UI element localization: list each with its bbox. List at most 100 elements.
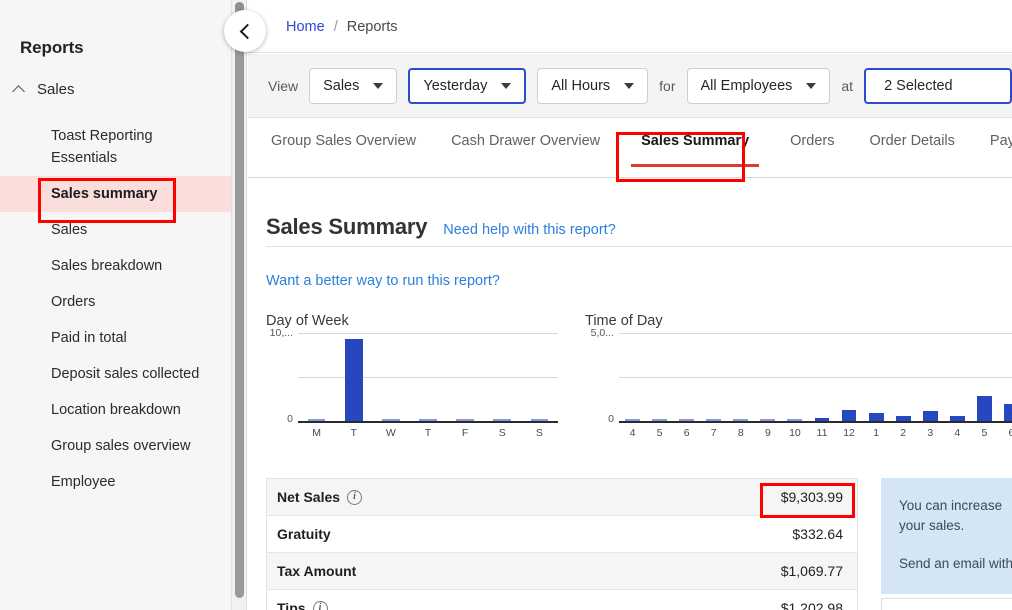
sidebar-item-label: Paid in total (51, 327, 127, 349)
table-row-label-text: Net Sales (277, 489, 340, 505)
table-row-label: Tipsi (277, 600, 328, 610)
table-row-label: Tax Amount (277, 563, 356, 579)
sidebar-item-toast-reporting-essentials[interactable]: Toast Reporting Essentials (0, 118, 232, 176)
report-tabs: Group Sales Overview Cash Drawer Overview… (248, 119, 1012, 178)
chart-x-tick-label: 4 (619, 427, 646, 439)
header-divider (266, 246, 1012, 247)
chart-bar (308, 419, 326, 421)
chart-bar (760, 419, 775, 421)
table-row-label-text: Gratuity (277, 526, 331, 542)
filter-bar: View Sales Yesterday All Hours for All E… (248, 54, 1012, 118)
sidebar-item-location-breakdown[interactable]: Location breakdown (0, 392, 232, 428)
tip-card-line1: You can increase your sales. (899, 496, 1012, 536)
table-row: Tipsi$1,202.98 (267, 590, 857, 610)
chart-plot-area: 5,0...0456789101112123456 (585, 333, 1012, 441)
employees-dropdown[interactable]: All Employees (687, 68, 831, 104)
chart-bar (977, 396, 992, 421)
breadcrumb-bar: Home / Reports (248, 0, 1012, 53)
tip-card: You can increase your sales. Send an ema… (881, 478, 1012, 594)
chart-x-tick-label: 7 (700, 427, 727, 439)
table-row-value: $9,303.99 (781, 489, 843, 505)
sidebar-item-list: Toast Reporting EssentialsSales summaryS… (0, 118, 232, 500)
sidebar-group-sales[interactable]: Sales (14, 81, 75, 98)
sidebar-collapse-button[interactable] (224, 10, 266, 52)
chart-bar (733, 419, 748, 421)
chart-bar (652, 419, 667, 421)
chart-bar (815, 418, 830, 421)
breadcrumb-current: Reports (347, 19, 398, 35)
chart-axis-line (298, 421, 558, 423)
chart-x-tick-label: 3 (917, 427, 944, 439)
chart-bar (896, 416, 911, 421)
chart-bar (950, 416, 965, 421)
chevron-down-icon (373, 83, 383, 89)
chart-x-tick-label: 5 (646, 427, 673, 439)
chart-x-tick-label: 8 (727, 427, 754, 439)
sidebar-item-sales[interactable]: Sales (0, 212, 232, 248)
sidebar-item-deposit-sales-collected[interactable]: Deposit sales collected (0, 356, 232, 392)
for-label: for (659, 78, 675, 94)
at-label: at (841, 78, 853, 94)
chart-x-tick-label: 4 (944, 427, 971, 439)
tab-group-sales-overview[interactable]: Group Sales Overview (267, 119, 420, 164)
hours-dropdown[interactable]: All Hours (537, 68, 648, 104)
sidebar-item-label: Toast Reporting Essentials (51, 125, 218, 169)
chart-x-tick-label: 6 (998, 427, 1012, 439)
sidebar-item-orders[interactable]: Orders (0, 284, 232, 320)
chart-x-tick-label: M (298, 427, 335, 439)
chart-bar (345, 339, 363, 421)
chart-x-tick-label: 10 (781, 427, 808, 439)
better-way-link[interactable]: Want a better way to run this report? (266, 273, 500, 289)
employees-value: All Employees (701, 78, 793, 94)
sidebar-scrollbar-thumb[interactable] (235, 2, 244, 598)
locations-value: 2 Selected (884, 78, 953, 94)
sidebar-item-employee[interactable]: Employee (0, 464, 232, 500)
chart-bar (869, 413, 884, 421)
sidebar-item-sales-breakdown[interactable]: Sales breakdown (0, 248, 232, 284)
chevron-down-icon (624, 83, 634, 89)
hours-value: All Hours (551, 78, 610, 94)
report-type-value: Sales (323, 78, 359, 94)
date-range-value: Yesterday (423, 78, 487, 94)
breadcrumb-home-link[interactable]: Home (286, 19, 325, 35)
sidebar-group-label: Sales (37, 81, 75, 98)
chart-bar (679, 419, 694, 421)
tab-sales-summary[interactable]: Sales Summary (631, 119, 759, 167)
day-of-week-chart: Day of Week10,...0MTWTFSS (266, 313, 558, 443)
chart-x-tick-label: S (521, 427, 558, 439)
chart-bar (1004, 404, 1012, 421)
page-title: Sales Summary (266, 214, 427, 240)
tab-payments[interactable]: Payments (986, 119, 1012, 164)
chart-bar (493, 419, 511, 421)
sidebar-item-paid-in-total[interactable]: Paid in total (0, 320, 232, 356)
sales-summary-table: Net Sales i $9,303.99 Gratuity$332.64 Tax Am… (266, 478, 858, 610)
chart-bar (456, 419, 474, 421)
sidebar-item-sales-summary[interactable]: Sales summary (0, 176, 232, 212)
date-range-dropdown[interactable]: Yesterday (408, 68, 526, 104)
locations-dropdown[interactable]: 2 Selected (864, 68, 1012, 104)
info-icon[interactable]: i (347, 490, 362, 505)
tab-orders[interactable]: Orders (786, 119, 838, 164)
tip-card-line2: Send an email with (899, 554, 1012, 574)
main-panel: Home / Reports View Sales Yesterday All … (248, 0, 1012, 610)
chart-x-tick-label: 12 (836, 427, 863, 439)
sidebar-item-group-sales-overview[interactable]: Group sales overview (0, 428, 232, 464)
table-row: Net Sales i $9,303.99 (267, 479, 857, 516)
table-row: Gratuity$332.64 (267, 516, 857, 553)
time-of-day-chart: Time of Day5,0...0456789101112123456 (585, 313, 1012, 443)
chart-y-tick-label: 0 (266, 413, 293, 425)
table-row-label: Gratuity (277, 526, 331, 542)
info-icon[interactable]: i (313, 601, 328, 610)
chart-bar (706, 419, 721, 421)
report-type-dropdown[interactable]: Sales (309, 68, 397, 104)
chevron-up-icon (14, 84, 25, 95)
table-row-label: Net Sales i (277, 489, 362, 505)
tab-cash-drawer-overview[interactable]: Cash Drawer Overview (447, 119, 604, 164)
chart-axis-line (619, 421, 1012, 423)
chart-bar (382, 419, 400, 421)
tab-order-details[interactable]: Order Details (865, 119, 958, 164)
chevron-down-icon (501, 83, 511, 89)
table-row-label-text: Tips (277, 600, 306, 610)
chart-bar (842, 410, 857, 421)
need-help-link[interactable]: Need help with this report? (443, 222, 616, 238)
